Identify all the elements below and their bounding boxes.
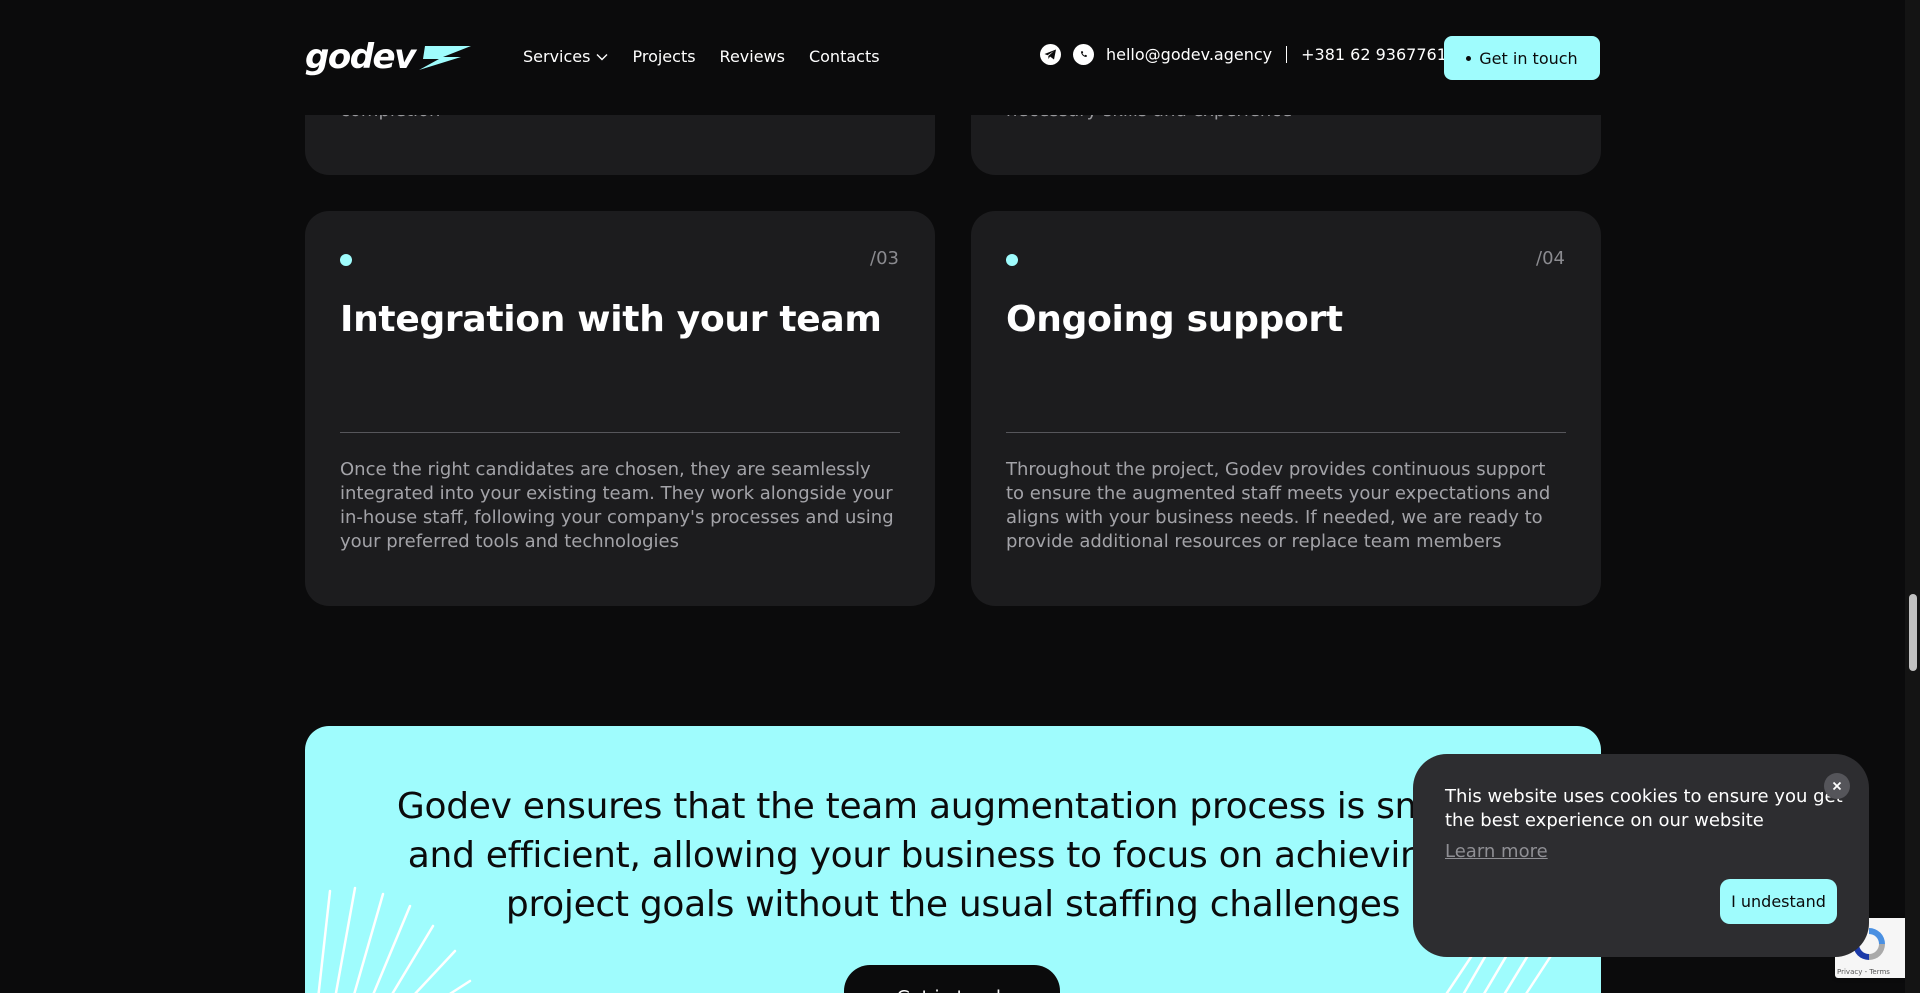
card-description: Throughout the project, Godev provides c… <box>1006 459 1551 552</box>
card-divider <box>340 432 900 433</box>
header-phone[interactable]: +381 62 9367761 <box>1301 45 1447 64</box>
nav-services-label: Services <box>523 47 591 66</box>
step-card-03: /03 Integration with your team Once the … <box>305 211 935 606</box>
logo[interactable]: godev <box>305 38 473 76</box>
step-card-04: /04 Ongoing support Throughout the proje… <box>971 211 1601 606</box>
get-in-touch-button[interactable]: Get in touch <box>1444 36 1600 80</box>
cta-banner: Godev ensures that the team augmentation… <box>305 726 1601 993</box>
card-title: Ongoing support <box>1006 299 1343 340</box>
cookie-accept-button[interactable]: I undestand <box>1720 879 1837 924</box>
accent-dot <box>340 254 352 266</box>
card-title: Integration with your team <box>340 299 882 340</box>
cta-headline: Godev ensures that the team augmentation… <box>396 786 1510 925</box>
nav-reviews[interactable]: Reviews <box>720 47 785 66</box>
scrollbar-thumb[interactable] <box>1909 594 1917 671</box>
logo-text: godev <box>305 37 416 77</box>
learn-more-link[interactable]: Learn more <box>1445 841 1548 862</box>
card-description: Once the right candidates are chosen, th… <box>340 459 894 552</box>
header-email[interactable]: hello@godev.agency <box>1106 45 1272 64</box>
telegram-icon[interactable] <box>1040 44 1061 65</box>
get-in-touch-label: Get in touch <box>1479 48 1578 68</box>
chevron-down-icon <box>596 53 608 60</box>
header-contacts: hello@godev.agency +381 62 9367761 <box>1040 44 1447 65</box>
bullet-dot-icon <box>1466 55 1472 61</box>
nav-services[interactable]: Services <box>523 47 608 66</box>
contact-divider <box>1286 46 1288 63</box>
cta-get-in-touch-button[interactable]: Get in touch <box>844 965 1060 993</box>
close-icon[interactable] <box>1824 773 1850 799</box>
page-scrollbar[interactable] <box>1905 0 1920 993</box>
card-number: /03 <box>870 248 899 269</box>
cookie-banner: This website uses cookies to ensure you … <box>1413 754 1869 957</box>
nav-projects[interactable]: Projects <box>632 47 695 66</box>
site-header: godev Services Projects Reviews Contacts… <box>0 0 1905 115</box>
logo-bolt-icon <box>418 46 471 70</box>
accent-dot <box>1006 254 1018 266</box>
card-divider <box>1006 432 1566 433</box>
cookie-message: This website uses cookies to ensure you … <box>1445 786 1843 831</box>
whatsapp-icon[interactable] <box>1073 44 1094 65</box>
card-number: /04 <box>1536 248 1565 269</box>
nav-contacts[interactable]: Contacts <box>809 47 880 66</box>
main-nav: Services Projects Reviews Contacts <box>523 47 880 66</box>
recaptcha-terms[interactable]: Privacy - Terms <box>1837 968 1890 976</box>
